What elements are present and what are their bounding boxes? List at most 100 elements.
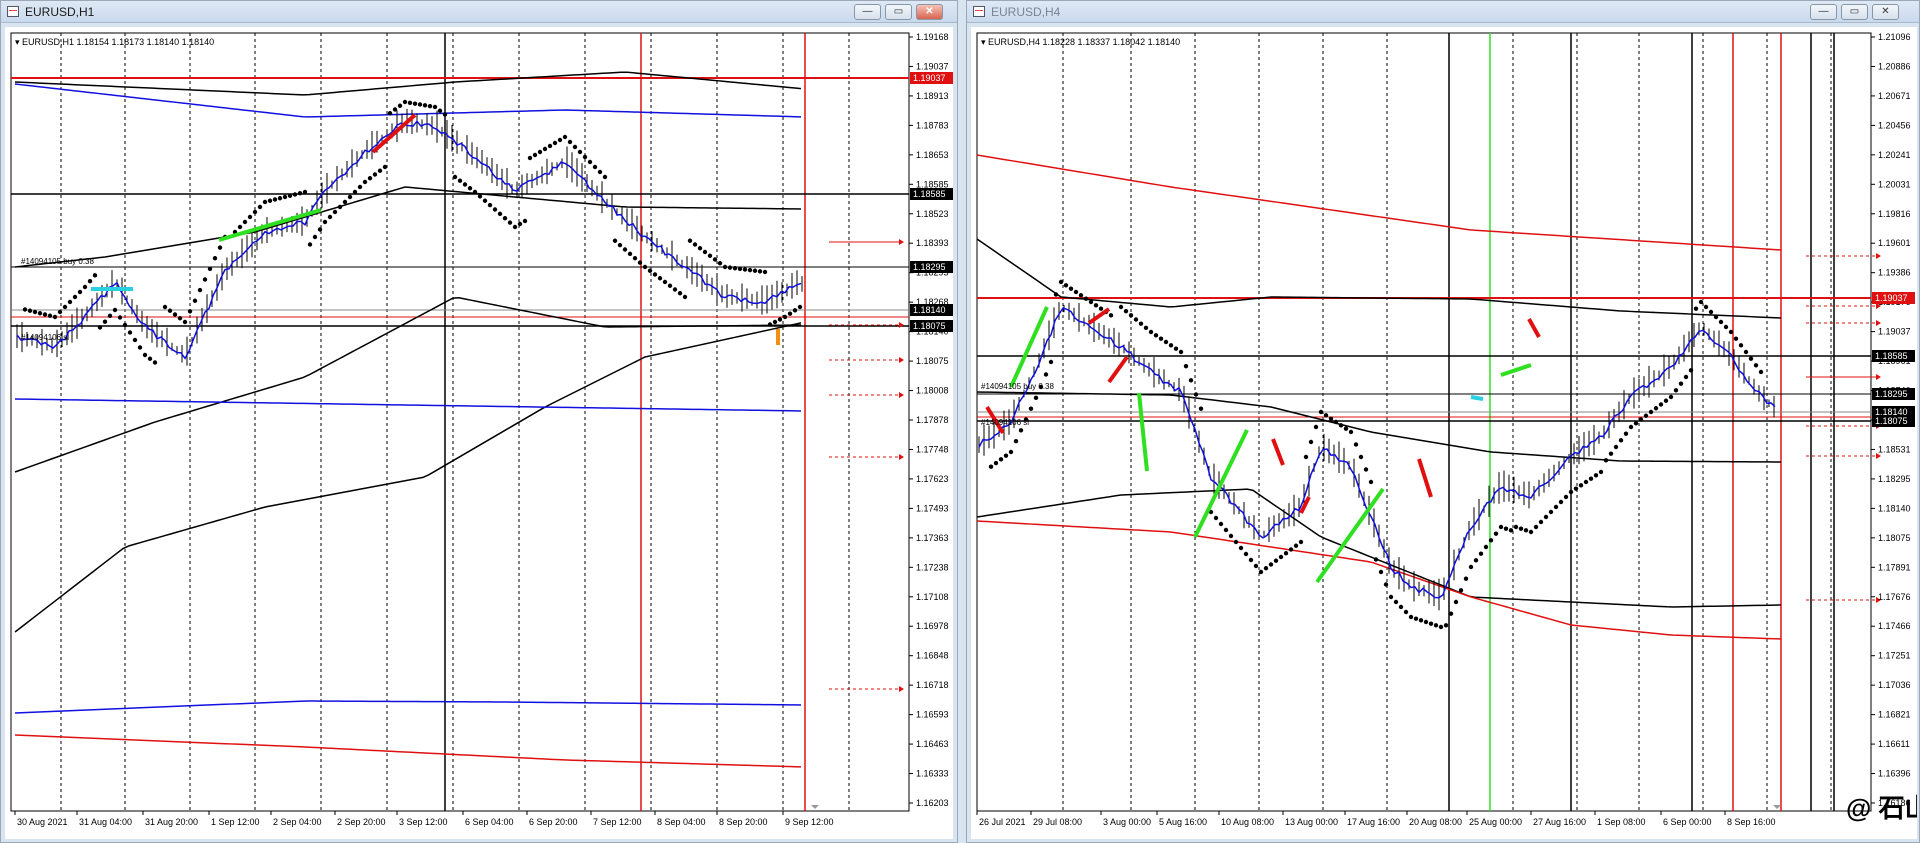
sar-dot	[647, 268, 653, 273]
chart-window-h1[interactable]: EURUSD,H1 — ▭ ✕ 1.19168 1.19037 1.18913 1.1…	[0, 0, 958, 843]
y-tick-label: 1.18585	[916, 179, 949, 189]
sar-dot	[1638, 417, 1644, 422]
minimize-button[interactable]: —	[854, 4, 881, 20]
x-tick-label: 7 Sep 12:00	[593, 817, 642, 827]
y-tick-label: 1.18913	[916, 91, 949, 101]
sar-dot	[467, 186, 473, 191]
sar-dot	[27, 308, 33, 313]
sar-dot	[1018, 428, 1024, 433]
sar-dot	[287, 193, 293, 198]
price-label: 1.18295	[913, 262, 946, 272]
sar-dot	[492, 207, 498, 212]
sar-dot	[62, 304, 68, 310]
sar-dot	[1753, 363, 1759, 368]
restore-button[interactable]: ▭	[1841, 4, 1868, 20]
sar-dot	[1688, 368, 1694, 373]
y-tick-label: 1.17748	[916, 444, 949, 454]
sar-dot	[82, 284, 88, 290]
order-label: #14094105 buy 0.38	[981, 382, 1055, 391]
y-tick-label: 1.16821	[1878, 710, 1911, 720]
y-tick-label: 1.16463	[916, 739, 949, 749]
sar-dot	[1128, 313, 1134, 318]
sar-dot	[732, 266, 738, 271]
sar-dot	[1653, 406, 1659, 411]
sar-dot	[632, 256, 638, 261]
x-tick-label: 31 Aug 04:00	[79, 817, 132, 827]
sar-dot	[1323, 413, 1329, 418]
sar-dot	[522, 218, 528, 224]
sar-dot	[1528, 529, 1534, 535]
sar-dot	[587, 159, 593, 165]
sar-dot	[77, 289, 83, 295]
chart-window-h4[interactable]: EURUSD,H4 — ▭ ✕ 1.21096 1.20886 1.20671 1.2…	[966, 0, 1920, 843]
sar-dot	[47, 313, 53, 318]
close-button[interactable]: ✕	[1872, 4, 1899, 20]
y-tick-label: 1.16848	[916, 651, 949, 661]
sar-dot	[1408, 614, 1414, 620]
sar-dot	[32, 309, 38, 315]
sar-dot	[1433, 623, 1439, 628]
sar-dot	[1343, 426, 1349, 431]
sar-dot	[1703, 304, 1709, 310]
sar-dot	[592, 164, 598, 170]
sar-dot	[692, 242, 698, 247]
sar-dot	[462, 182, 468, 187]
sar-dot	[302, 189, 308, 195]
sar-dot	[1698, 299, 1704, 305]
y-tick-label: 1.18075	[916, 356, 949, 366]
x-tick-label: 6 Sep 20:00	[529, 817, 578, 827]
x-tick-label: 2 Sep 04:00	[273, 817, 322, 827]
sar-dot	[1243, 551, 1249, 557]
sar-dot	[657, 276, 663, 281]
sar-dot	[712, 257, 718, 262]
x-tick-label: 2 Sep 20:00	[337, 817, 386, 827]
sar-dot	[1053, 292, 1059, 297]
sar-dot	[312, 234, 318, 240]
trend-stroke	[1470, 395, 1484, 401]
sar-dot	[1058, 279, 1064, 285]
sar-dot	[1358, 454, 1364, 460]
sar-dot	[1238, 545, 1244, 551]
chart-window-icon	[973, 6, 985, 17]
x-tick-label: 17 Aug 16:00	[1347, 817, 1400, 827]
sar-dot	[437, 108, 443, 113]
sar-dot	[1413, 616, 1419, 621]
y-tick-label: 1.20456	[1878, 120, 1911, 130]
sar-dot	[1288, 547, 1294, 552]
sar-dot	[1568, 489, 1574, 495]
x-tick-label: 3 Aug 00:00	[1103, 817, 1151, 827]
minimize-button[interactable]: —	[1810, 4, 1837, 20]
sar-dot	[1263, 566, 1269, 571]
sar-dot	[792, 308, 798, 313]
close-button[interactable]: ✕	[916, 4, 943, 20]
sar-dot	[1168, 343, 1174, 348]
y-tick-label: 1.19168	[916, 32, 949, 42]
y-tick-label: 1.16333	[916, 769, 949, 779]
sar-dot	[547, 143, 553, 149]
sar-dot	[1118, 304, 1124, 310]
restore-button[interactable]: ▭	[885, 4, 912, 20]
sar-dot	[1028, 406, 1034, 411]
sar-dot	[442, 112, 448, 117]
sar-dot	[1078, 293, 1084, 298]
sar-dot	[427, 103, 433, 109]
sar-dot	[662, 279, 668, 285]
sar-dot	[87, 278, 93, 284]
sar-dot	[537, 149, 543, 155]
y-tick-label: 1.17108	[916, 592, 949, 602]
price-chart-h4[interactable]: 1.21096 1.20886 1.20671 1.20456 1.20241 1.200…	[971, 27, 1917, 839]
sar-dot	[767, 322, 773, 327]
sar-dot	[1268, 562, 1274, 567]
y-tick-label: 1.19037	[1878, 327, 1911, 337]
sar-dot	[577, 149, 583, 155]
sar-dot	[562, 134, 568, 140]
sar-dot	[277, 196, 283, 201]
x-tick-label: 6 Sep 04:00	[465, 817, 514, 827]
sar-dot	[1328, 416, 1334, 421]
sar-dot	[147, 356, 153, 361]
window-titlebar[interactable]: EURUSD,H1 — ▭ ✕	[1, 1, 957, 23]
price-chart-h1[interactable]: 1.19168 1.19037 1.18913 1.18783 1.18653 1.185…	[5, 27, 953, 839]
window-titlebar[interactable]: EURUSD,H4 — ▭ ✕	[967, 1, 1919, 23]
sar-dot	[1418, 618, 1424, 623]
sar-dot	[1158, 336, 1164, 341]
